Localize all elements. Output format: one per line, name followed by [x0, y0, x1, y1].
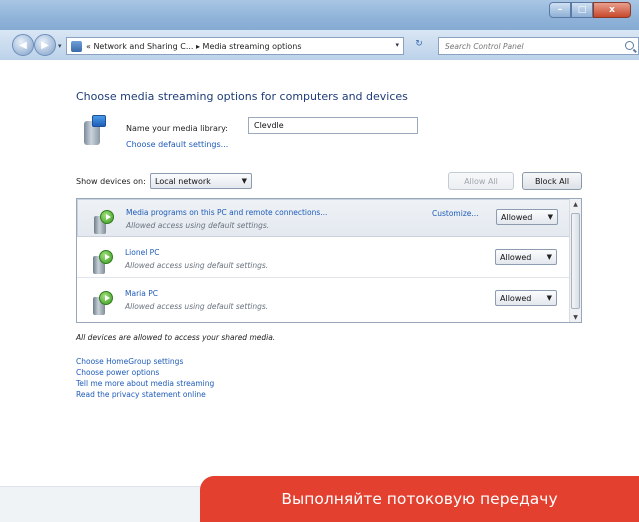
- device-list-scrollbar[interactable]: ▲ ▼: [569, 199, 581, 322]
- related-links: Choose HomeGroup settings Choose power o…: [76, 356, 214, 400]
- privacy-statement-link[interactable]: Read the privacy statement online: [76, 389, 214, 400]
- back-arrow-icon: ◀: [19, 39, 27, 51]
- block-all-button[interactable]: Block All: [522, 172, 582, 190]
- page-title: Choose media streaming options for compu…: [76, 90, 408, 103]
- media-device-icon: [92, 210, 116, 234]
- control-panel-icon: [71, 40, 82, 52]
- device-list[interactable]: Media programs on this PC and remote con…: [76, 198, 582, 323]
- device-access-value: Allowed: [501, 212, 533, 222]
- library-name-input[interactable]: [248, 117, 418, 134]
- content-area: Choose media streaming options for compu…: [0, 60, 639, 522]
- window-titlebar: – □ x: [0, 0, 639, 30]
- scroll-down-icon[interactable]: ▼: [570, 312, 581, 322]
- maximize-button[interactable]: □: [571, 2, 593, 18]
- device-name[interactable]: Maria PC: [125, 289, 158, 298]
- chevron-down-icon: ▼: [546, 294, 552, 302]
- device-access-select[interactable]: Allowed ▼: [495, 290, 557, 306]
- recent-pages-dropdown-icon[interactable]: ▾: [58, 42, 62, 50]
- search-icon[interactable]: [625, 41, 634, 50]
- device-row-lionel-pc[interactable]: Lionel PC Allowed access using default s…: [77, 240, 571, 278]
- device-name[interactable]: Lionel PC: [125, 248, 159, 257]
- network-select[interactable]: Local network ▼: [150, 173, 252, 189]
- device-row-maria-pc[interactable]: Maria PC Allowed access using default se…: [77, 281, 571, 319]
- device-name[interactable]: Media programs on this PC and remote con…: [126, 208, 327, 217]
- choose-default-settings-link[interactable]: Choose default settings...: [126, 140, 228, 149]
- minimize-button[interactable]: –: [549, 2, 571, 18]
- device-access-select[interactable]: Allowed ▼: [496, 209, 558, 225]
- close-button[interactable]: x: [593, 2, 631, 18]
- address-bar[interactable]: « Network and Sharing C... ▸ Media strea…: [66, 37, 404, 55]
- media-library-icon: [78, 113, 106, 145]
- address-path[interactable]: « Network and Sharing C... ▸ Media strea…: [86, 42, 302, 51]
- caption-text: Выполняйте потоковую передачу: [281, 490, 558, 508]
- show-devices-label: Show devices on:: [76, 177, 146, 186]
- refresh-icon: ↻: [415, 39, 423, 49]
- address-dropdown-icon[interactable]: ▾: [395, 41, 399, 49]
- device-access-value: Allowed: [500, 293, 532, 303]
- library-name-label: Name your media library:: [126, 124, 228, 133]
- chevron-down-icon: ▼: [546, 253, 552, 261]
- device-row-media-programs[interactable]: Media programs on this PC and remote con…: [77, 199, 571, 237]
- search-box[interactable]: [438, 37, 639, 55]
- search-input[interactable]: [445, 41, 615, 51]
- back-button[interactable]: ◀: [12, 34, 34, 56]
- power-options-link[interactable]: Choose power options: [76, 367, 214, 378]
- device-access-value: Allowed: [500, 252, 532, 262]
- media-streaming-help-link[interactable]: Tell me more about media streaming: [76, 378, 214, 389]
- allow-all-button[interactable]: Allow All: [448, 172, 514, 190]
- forward-arrow-icon: ▶: [41, 39, 49, 51]
- homegroup-settings-link[interactable]: Choose HomeGroup settings: [76, 356, 214, 367]
- refresh-button[interactable]: ↻: [410, 39, 428, 53]
- window-caption-buttons: – □ x: [549, 2, 631, 18]
- network-select-value: Local network: [155, 176, 211, 186]
- chevron-down-icon: ▼: [241, 177, 247, 185]
- device-access-select[interactable]: Allowed ▼: [495, 249, 557, 265]
- device-description: Allowed access using default settings.: [125, 302, 269, 311]
- chevron-down-icon: ▼: [547, 213, 553, 221]
- sharing-status-text: All devices are allowed to access your s…: [76, 333, 276, 342]
- scroll-up-icon[interactable]: ▲: [570, 199, 581, 211]
- customize-link[interactable]: Customize...: [432, 209, 479, 218]
- scroll-thumb[interactable]: [571, 213, 580, 309]
- media-device-icon: [91, 291, 115, 315]
- forward-button[interactable]: ▶: [34, 34, 56, 56]
- device-description: Allowed access using default settings.: [126, 221, 270, 230]
- caption-banner: Выполняйте потоковую передачу: [200, 476, 639, 522]
- media-device-icon: [91, 250, 115, 274]
- device-description: Allowed access using default settings.: [125, 261, 269, 270]
